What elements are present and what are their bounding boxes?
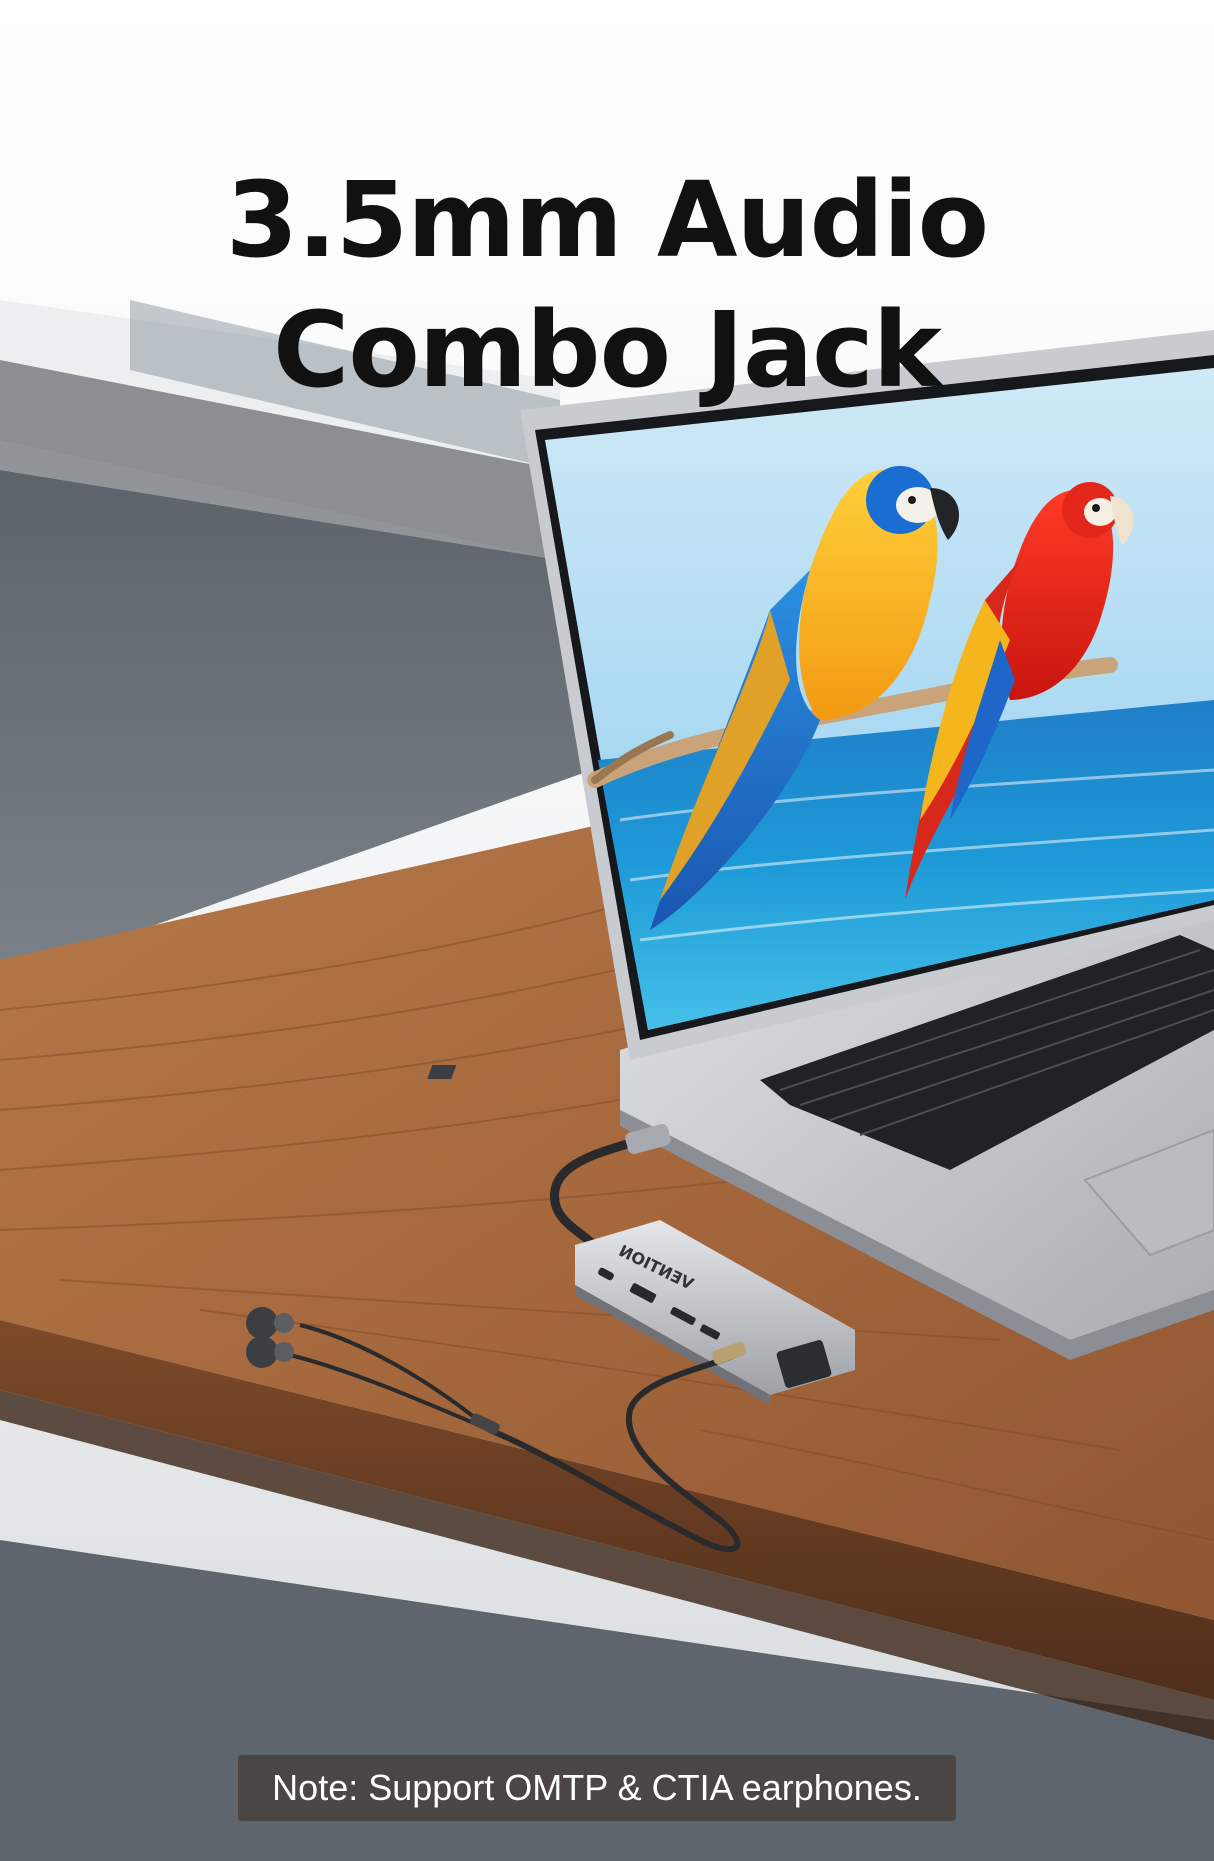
product-banner: VENTION 3.5mm Audio Combo Jack Note: Sup… xyxy=(0,0,1214,1861)
title-line-2: Combo Jack xyxy=(273,289,942,411)
page-title: 3.5mm Audio Combo Jack xyxy=(0,155,1214,415)
compatibility-note: Note: Support OMTP & CTIA earphones. xyxy=(238,1755,956,1821)
title-line-1: 3.5mm Audio xyxy=(225,159,989,281)
